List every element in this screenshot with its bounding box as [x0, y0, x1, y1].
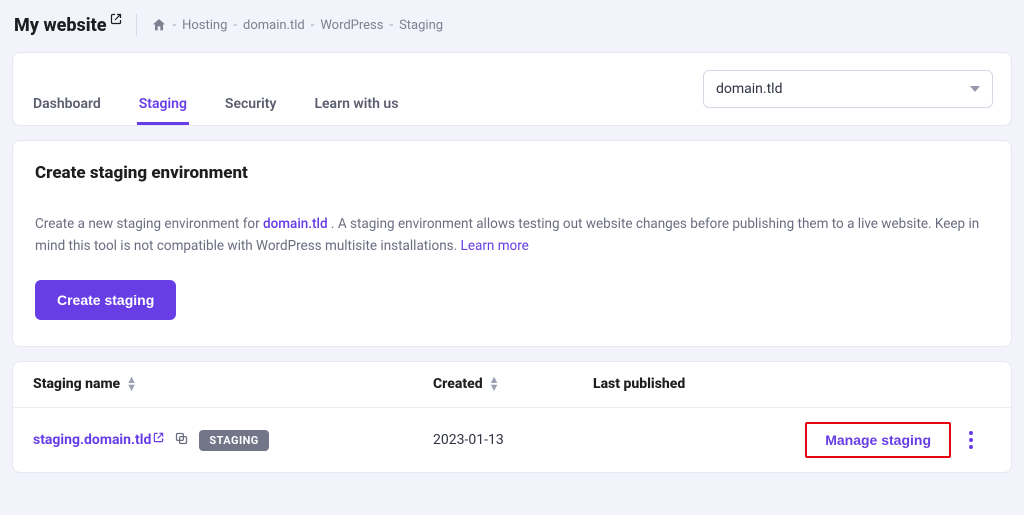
copy-icon[interactable]	[174, 431, 189, 450]
breadcrumb-item[interactable]: Staging	[399, 18, 443, 33]
col-label: Staging name	[33, 376, 120, 392]
tabs-list: Dashboard Staging Security Learn with us	[31, 67, 400, 111]
manage-staging-button[interactable]: Manage staging	[805, 422, 951, 458]
tab-security[interactable]: Security	[223, 86, 279, 125]
breadcrumb-sep: -	[311, 18, 315, 33]
staging-url-text: staging.domain.tld	[33, 432, 151, 448]
col-staging-name[interactable]: Staging name ▲▼	[33, 376, 433, 394]
col-label: Created	[433, 376, 483, 392]
table-header-row: Staging name ▲▼ Created ▲▼ Last publishe…	[13, 362, 1011, 409]
breadcrumb-sep: -	[389, 18, 393, 33]
panel-title: Create staging environment	[35, 163, 989, 183]
col-last-published[interactable]: Last published	[593, 376, 751, 392]
external-link-icon	[110, 13, 122, 27]
cell-created: 2023-01-13	[433, 432, 593, 448]
breadcrumb-item[interactable]: Hosting	[182, 18, 227, 33]
sort-icon: ▲▼	[489, 376, 500, 394]
row-more-menu[interactable]	[969, 431, 973, 449]
external-link-icon	[153, 432, 164, 445]
tabs-bar: Dashboard Staging Security Learn with us…	[12, 52, 1012, 126]
col-created[interactable]: Created ▲▼	[433, 376, 593, 394]
domain-select[interactable]: domain.tld	[703, 70, 993, 108]
breadcrumb: - Hosting - domain.tld - WordPress - Sta…	[151, 17, 444, 33]
tab-learn-with-us[interactable]: Learn with us	[312, 86, 400, 125]
staging-table: Staging name ▲▼ Created ▲▼ Last publishe…	[12, 361, 1012, 474]
table-row: staging.domain.tld STAGING 2023-01-13 Ma…	[13, 408, 1011, 472]
learn-more-link[interactable]: Learn more	[461, 238, 529, 254]
col-label: Last published	[593, 376, 685, 392]
tab-dashboard[interactable]: Dashboard	[31, 86, 103, 125]
desc-text: Create a new staging environment for	[35, 216, 263, 232]
cell-staging-name: staging.domain.tld STAGING	[33, 430, 433, 451]
create-staging-button[interactable]: Create staging	[35, 280, 176, 320]
breadcrumb-sep: -	[173, 18, 177, 33]
sort-icon: ▲▼	[126, 376, 137, 394]
breadcrumb-sep: -	[233, 18, 237, 33]
breadcrumb-item[interactable]: WordPress	[320, 18, 383, 33]
home-icon[interactable]	[151, 17, 167, 33]
domain-select-value: domain.tld	[716, 81, 782, 97]
site-title[interactable]: My website	[14, 15, 122, 36]
header-divider	[136, 14, 137, 36]
site-title-text: My website	[14, 15, 107, 36]
tab-staging[interactable]: Staging	[137, 86, 189, 125]
staging-badge: STAGING	[199, 430, 268, 451]
desc-domain-link[interactable]: domain.tld	[263, 216, 328, 232]
create-staging-panel: Create staging environment Create a new …	[12, 140, 1012, 347]
chevron-down-icon	[970, 86, 980, 92]
staging-url-link[interactable]: staging.domain.tld	[33, 432, 164, 448]
panel-description: Create a new staging environment for dom…	[35, 213, 989, 258]
breadcrumb-item[interactable]: domain.tld	[243, 18, 305, 33]
